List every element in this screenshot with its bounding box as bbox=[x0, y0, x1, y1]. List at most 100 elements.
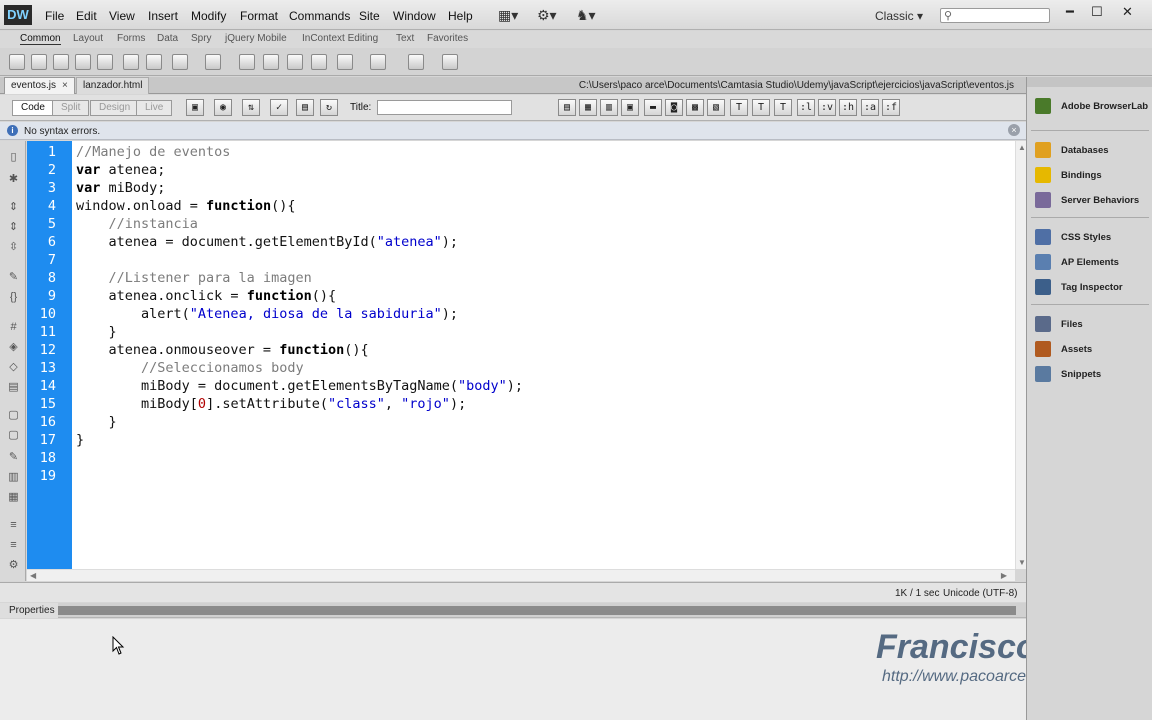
panel-databases[interactable]: Databases bbox=[1033, 141, 1151, 161]
code-line[interactable]: } bbox=[76, 414, 117, 430]
format-icon-2[interactable]: ▦ bbox=[579, 99, 597, 116]
menu-site[interactable]: Site bbox=[359, 9, 380, 23]
close-tab-icon[interactable]: × bbox=[62, 80, 68, 91]
insert-tab-text[interactable]: Text bbox=[396, 33, 414, 44]
scroll-down-icon[interactable]: ▼ bbox=[1018, 558, 1026, 567]
site-manager-icon[interactable]: ♞▾ bbox=[576, 7, 596, 24]
highlight-invalid-icon[interactable]: ◈ bbox=[7, 341, 20, 354]
open-documents-icon[interactable]: ▯ bbox=[7, 151, 20, 164]
format-icon-5[interactable]: ▬ bbox=[644, 99, 662, 116]
code-line[interactable]: } bbox=[76, 432, 84, 448]
design-view-button[interactable]: Design bbox=[90, 100, 140, 116]
balance-braces-icon[interactable]: {} bbox=[7, 291, 20, 304]
panel-files[interactable]: Files bbox=[1033, 315, 1151, 335]
code-line[interactable]: alert("Atenea, diosa de la sabiduria"); bbox=[76, 306, 458, 322]
insert-tab-incontext-editing[interactable]: InContext Editing bbox=[302, 33, 378, 44]
comment-icon[interactable] bbox=[287, 54, 303, 70]
format-icon-3[interactable]: ▥ bbox=[600, 99, 618, 116]
code-btn-h[interactable]: :h bbox=[839, 99, 857, 116]
search-input[interactable]: ⚲ bbox=[940, 8, 1050, 23]
vertical-scrollbar[interactable]: ▲ ▼ bbox=[1015, 141, 1026, 569]
format-icon-8[interactable]: ▧ bbox=[707, 99, 725, 116]
recent-snippets-icon[interactable]: ▥ bbox=[7, 471, 20, 484]
multiscreen-icon[interactable]: ▣ bbox=[186, 99, 204, 116]
menu-edit[interactable]: Edit bbox=[76, 9, 97, 23]
media-icon[interactable] bbox=[172, 54, 188, 70]
code-line[interactable]: atenea.onmouseover = function(){ bbox=[76, 342, 369, 358]
expand-all-icon[interactable]: ⇳ bbox=[7, 241, 20, 254]
code-btn-f[interactable]: :f bbox=[882, 99, 900, 116]
head-icon[interactable] bbox=[311, 54, 327, 70]
outdent-code-icon[interactable]: ≡ bbox=[7, 539, 20, 552]
code-line[interactable]: //Listener para la imagen bbox=[76, 270, 312, 286]
panel-adobe-browserlab[interactable]: Adobe BrowserLab bbox=[1033, 97, 1151, 117]
show-code-navigator-icon[interactable]: ✱ bbox=[7, 173, 20, 186]
code-btn-a[interactable]: :a bbox=[861, 99, 879, 116]
wrap-tag-icon[interactable]: ✎ bbox=[7, 451, 20, 464]
panel-snippets[interactable]: Snippets bbox=[1033, 365, 1151, 385]
code-btn-v[interactable]: :v bbox=[818, 99, 836, 116]
extend-gear-icon[interactable]: ⚙▾ bbox=[537, 7, 557, 24]
code-line[interactable]: atenea.onclick = function(){ bbox=[76, 288, 337, 304]
panel-tag-inspector[interactable]: Tag Inspector bbox=[1033, 278, 1151, 298]
named-anchor-icon[interactable] bbox=[53, 54, 69, 70]
format-source-code-icon[interactable]: ⚙ bbox=[7, 559, 20, 572]
maximize-button[interactable]: ☐ bbox=[1091, 4, 1103, 20]
insert-tab-common[interactable]: Common bbox=[20, 33, 61, 45]
word-wrap-icon[interactable]: ▤ bbox=[7, 381, 20, 394]
horizontal-scrollbar[interactable]: ◀ ▶ bbox=[27, 569, 1015, 581]
panel-assets[interactable]: Assets bbox=[1033, 340, 1151, 360]
code-line[interactable]: //instancia bbox=[76, 216, 198, 232]
close-infobar-button[interactable]: × bbox=[1008, 124, 1020, 136]
preview-browser-icon[interactable]: ◉ bbox=[214, 99, 232, 116]
menu-file[interactable]: File bbox=[45, 9, 64, 23]
remove-comment-icon[interactable]: ▢ bbox=[7, 429, 20, 442]
apply-comment-icon[interactable]: ▢ bbox=[7, 409, 20, 422]
code-line[interactable]: var atenea; bbox=[76, 162, 165, 178]
insert-tab-forms[interactable]: Forms bbox=[117, 33, 145, 44]
format-icon-6[interactable]: ◙ bbox=[665, 99, 683, 116]
scroll-left-icon[interactable]: ◀ bbox=[30, 571, 36, 580]
menu-window[interactable]: Window bbox=[393, 9, 436, 23]
menu-help[interactable]: Help bbox=[448, 9, 473, 23]
hyperlink-icon[interactable] bbox=[9, 54, 25, 70]
insert-div-icon[interactable] bbox=[123, 54, 139, 70]
split-view-button[interactable]: Split bbox=[52, 100, 90, 116]
menu-modify[interactable]: Modify bbox=[191, 9, 226, 23]
tag-chooser-alt-icon[interactable] bbox=[442, 54, 458, 70]
panel-ap-elements[interactable]: AP Elements bbox=[1033, 253, 1151, 273]
title-input[interactable] bbox=[377, 100, 512, 115]
indent-code-icon[interactable]: ≡ bbox=[7, 519, 20, 532]
code-line[interactable]: //Seleccionamos body bbox=[76, 360, 304, 376]
browser-compat-icon[interactable]: ▤ bbox=[296, 99, 314, 116]
menu-insert[interactable]: Insert bbox=[148, 9, 178, 23]
live-view-button[interactable]: Live bbox=[136, 100, 173, 116]
code-editor[interactable]: //Manejo de eventos var atenea; var miBody… bbox=[72, 141, 1015, 569]
format-icon-7[interactable]: ▩ bbox=[686, 99, 704, 116]
panel-dock-header[interactable] bbox=[1027, 77, 1152, 87]
panel-bindings[interactable]: Bindings bbox=[1033, 166, 1151, 186]
layout-icon[interactable]: ▦▾ bbox=[498, 7, 518, 24]
refresh-icon[interactable]: ↻ bbox=[320, 99, 338, 116]
properties-header[interactable]: Properties bbox=[0, 603, 1026, 618]
widget-icon[interactable] bbox=[205, 54, 221, 70]
code-btn-l[interactable]: :l bbox=[797, 99, 815, 116]
code-line[interactable]: } bbox=[76, 324, 117, 340]
select-parent-tag-icon[interactable]: ✎ bbox=[7, 271, 20, 284]
format-icon-11[interactable]: T bbox=[774, 99, 792, 116]
insert-tab-jquery-mobile[interactable]: jQuery Mobile bbox=[225, 33, 287, 44]
scroll-up-icon[interactable]: ▲ bbox=[1018, 143, 1026, 152]
insert-tab-data[interactable]: Data bbox=[157, 33, 178, 44]
code-line[interactable]: miBody = document.getElementsByTagName("… bbox=[76, 378, 523, 394]
format-icon-9[interactable]: T bbox=[730, 99, 748, 116]
doc-tab-eventos[interactable]: eventos.js × bbox=[4, 77, 75, 94]
panel-css-styles[interactable]: CSS Styles bbox=[1033, 228, 1151, 248]
collapse-full-tag-icon[interactable]: ⇕ bbox=[7, 201, 20, 214]
horizontal-rule-icon[interactable] bbox=[75, 54, 91, 70]
collapse-selection-icon[interactable]: ⇕ bbox=[7, 221, 20, 234]
file-management-icon[interactable]: ⇅ bbox=[242, 99, 260, 116]
workspace-switcher[interactable]: Classic ▾ bbox=[875, 9, 923, 23]
minimize-button[interactable]: ━ bbox=[1066, 4, 1074, 20]
script-icon[interactable] bbox=[337, 54, 353, 70]
format-icon-10[interactable]: T bbox=[752, 99, 770, 116]
